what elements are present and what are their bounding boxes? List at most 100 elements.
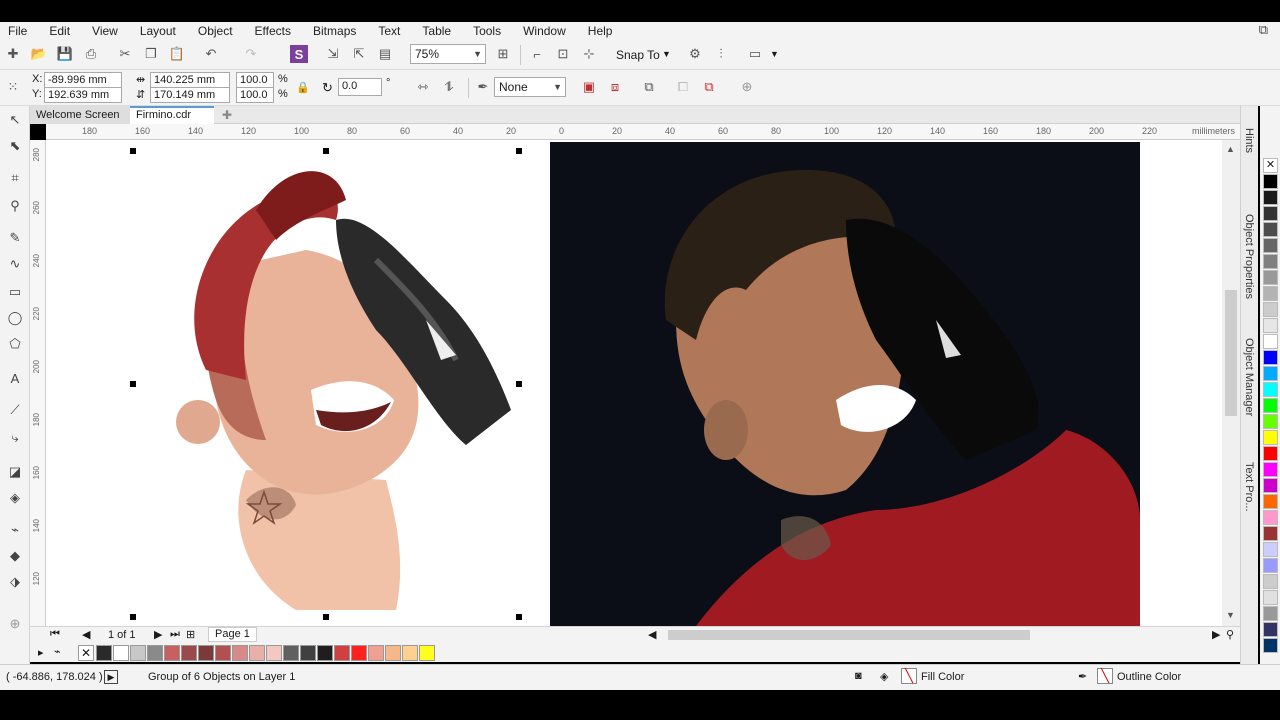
color-swatch[interactable] <box>1263 542 1278 557</box>
color-swatch[interactable] <box>1263 558 1278 573</box>
color-swatch[interactable] <box>1263 302 1278 317</box>
color-swatch[interactable] <box>130 645 146 661</box>
eyedropper-icon[interactable]: ⌁ <box>5 520 25 540</box>
text-properties-tab[interactable]: Text Pro... <box>1243 462 1255 512</box>
page-first-icon[interactable]: ⏮ <box>50 628 60 641</box>
import-icon[interactable]: ⇲ <box>324 45 342 63</box>
scroll-thumb[interactable] <box>1225 290 1237 416</box>
color-swatch[interactable] <box>300 645 316 661</box>
align-guides-icon[interactable]: ⫶ <box>712 45 730 63</box>
add-page-icon[interactable]: ⊞ <box>186 628 195 641</box>
undo-icon[interactable]: ↶ <box>202 45 220 63</box>
menu-effects[interactable]: Effects <box>255 24 291 38</box>
y-position-field[interactable]: 192.639 mm <box>44 87 122 103</box>
menu-bitmaps[interactable]: Bitmaps <box>313 24 356 38</box>
snap-to-button[interactable]: Snap To <box>616 48 660 62</box>
add-tab-icon[interactable]: ✚ <box>216 106 232 124</box>
no-color-swatch[interactable]: ✕ <box>78 645 94 661</box>
palette-play-icon[interactable]: ▸ <box>38 646 44 659</box>
color-swatch[interactable] <box>1263 462 1278 477</box>
color-swatch[interactable] <box>1263 478 1278 493</box>
add-tool-icon[interactable]: ⊕ <box>5 614 25 634</box>
color-swatch[interactable] <box>1263 382 1278 397</box>
drop-shadow-icon[interactable]: ◪ <box>5 462 25 482</box>
menu-tools[interactable]: Tools <box>473 24 501 38</box>
color-swatch[interactable] <box>1263 526 1278 541</box>
outline-width-combo[interactable]: None ▼ <box>494 77 566 97</box>
color-swatch[interactable] <box>215 645 231 661</box>
color-swatch[interactable] <box>249 645 265 661</box>
new-document-icon[interactable]: ✚ <box>4 45 22 63</box>
zoom-navigator-icon[interactable]: ⚲ <box>1226 628 1234 641</box>
color-swatch[interactable] <box>368 645 384 661</box>
print-icon[interactable]: ⎙ <box>82 45 100 63</box>
ellipse-tool-icon[interactable]: ◯ <box>5 308 25 328</box>
height-field[interactable]: 170.149 mm <box>150 87 230 103</box>
chevron-down-icon[interactable]: ▼ <box>662 49 671 59</box>
object-manager-tab[interactable]: Object Manager <box>1243 338 1255 416</box>
menu-view[interactable]: View <box>92 24 118 38</box>
hints-tab[interactable]: Hints <box>1243 128 1255 153</box>
pick-tool-icon[interactable]: ↖ <box>5 110 25 130</box>
copy-icon[interactable]: ❐ <box>142 45 160 63</box>
eyedropper-icon[interactable]: ⌁ <box>54 645 61 658</box>
scale-x-field[interactable]: 100.0 <box>236 72 274 88</box>
save-icon[interactable]: 💾 <box>56 45 74 63</box>
vector-portrait[interactable] <box>176 171 511 610</box>
rulers-icon[interactable]: ⌐ <box>528 45 546 63</box>
menu-table[interactable]: Table <box>422 24 451 38</box>
parallel-dimension-icon[interactable]: ⟋ <box>5 400 25 420</box>
rotation-angle-field[interactable]: 0.0 <box>338 78 382 96</box>
group-icon[interactable]: ⧉ <box>640 78 658 96</box>
object-properties-tab[interactable]: Object Properties <box>1243 214 1255 299</box>
cut-icon[interactable]: ✂ <box>116 45 134 63</box>
color-swatch[interactable] <box>334 645 350 661</box>
color-swatch[interactable] <box>385 645 401 661</box>
menu-window[interactable]: Window <box>523 24 566 38</box>
mirror-horizontal-icon[interactable]: ⇿ <box>414 78 432 96</box>
color-proof-icon[interactable]: ◙ <box>855 670 862 682</box>
color-swatch[interactable] <box>1263 318 1278 333</box>
add-icon[interactable]: ⊕ <box>738 78 756 96</box>
tab-page-1[interactable]: Page 1 <box>208 627 257 642</box>
options-icon[interactable]: ⚙ <box>686 45 704 63</box>
export-icon[interactable]: ⇱ <box>350 45 368 63</box>
color-swatch[interactable] <box>317 645 333 661</box>
color-swatch[interactable] <box>1263 238 1278 253</box>
fill-none-swatch[interactable]: ╲ <box>901 668 917 684</box>
zoom-level-combo[interactable]: 75% ▼ <box>410 44 486 64</box>
scroll-left-icon[interactable]: ◀ <box>648 628 656 641</box>
scroll-right-icon[interactable]: ▶ <box>1212 628 1220 641</box>
wrap-text-icon[interactable]: ▣ <box>580 78 598 96</box>
horizontal-scroll-thumb[interactable] <box>668 630 1030 640</box>
color-swatch[interactable] <box>1263 254 1278 269</box>
drawing-canvas[interactable] <box>46 140 1240 626</box>
paste-icon[interactable]: 📋 <box>168 45 186 63</box>
open-icon[interactable]: 📂 <box>30 45 48 63</box>
full-screen-icon[interactable]: ⊞ <box>494 45 512 63</box>
color-swatch[interactable] <box>232 645 248 661</box>
color-swatch[interactable] <box>351 645 367 661</box>
window-restore-icon[interactable]: ⧉ <box>1259 22 1268 38</box>
page-next-icon[interactable]: ▶ <box>154 628 162 641</box>
color-swatch[interactable] <box>1263 350 1278 365</box>
polygon-tool-icon[interactable]: ⬠ <box>5 334 25 354</box>
tab-welcome-screen[interactable]: Welcome Screen <box>30 106 130 124</box>
grid-icon[interactable]: ⊡ <box>554 45 572 63</box>
color-swatch[interactable] <box>1263 286 1278 301</box>
menu-edit[interactable]: Edit <box>49 24 70 38</box>
color-swatch[interactable] <box>1263 206 1278 221</box>
color-swatch[interactable] <box>1263 638 1278 653</box>
artistic-media-icon[interactable]: ∿ <box>5 254 25 274</box>
play-icon[interactable]: ▶ <box>104 670 118 684</box>
color-swatch[interactable] <box>1263 398 1278 413</box>
combine-icon[interactable]: ⧈ <box>606 78 624 96</box>
page-prev-icon[interactable]: ◀ <box>82 628 90 641</box>
redo-icon[interactable]: ↷ <box>242 45 260 63</box>
menu-file[interactable]: File <box>8 24 27 38</box>
color-swatch[interactable] <box>147 645 163 661</box>
rectangle-tool-icon[interactable]: ▭ <box>5 282 25 302</box>
x-position-field[interactable]: -89.996 mm <box>44 72 122 88</box>
horizontal-ruler[interactable]: 180 160 140 120 100 80 60 40 20 0 20 40 60 80 100 120 14… <box>46 124 1240 140</box>
search-content-icon[interactable]: S <box>290 45 308 63</box>
